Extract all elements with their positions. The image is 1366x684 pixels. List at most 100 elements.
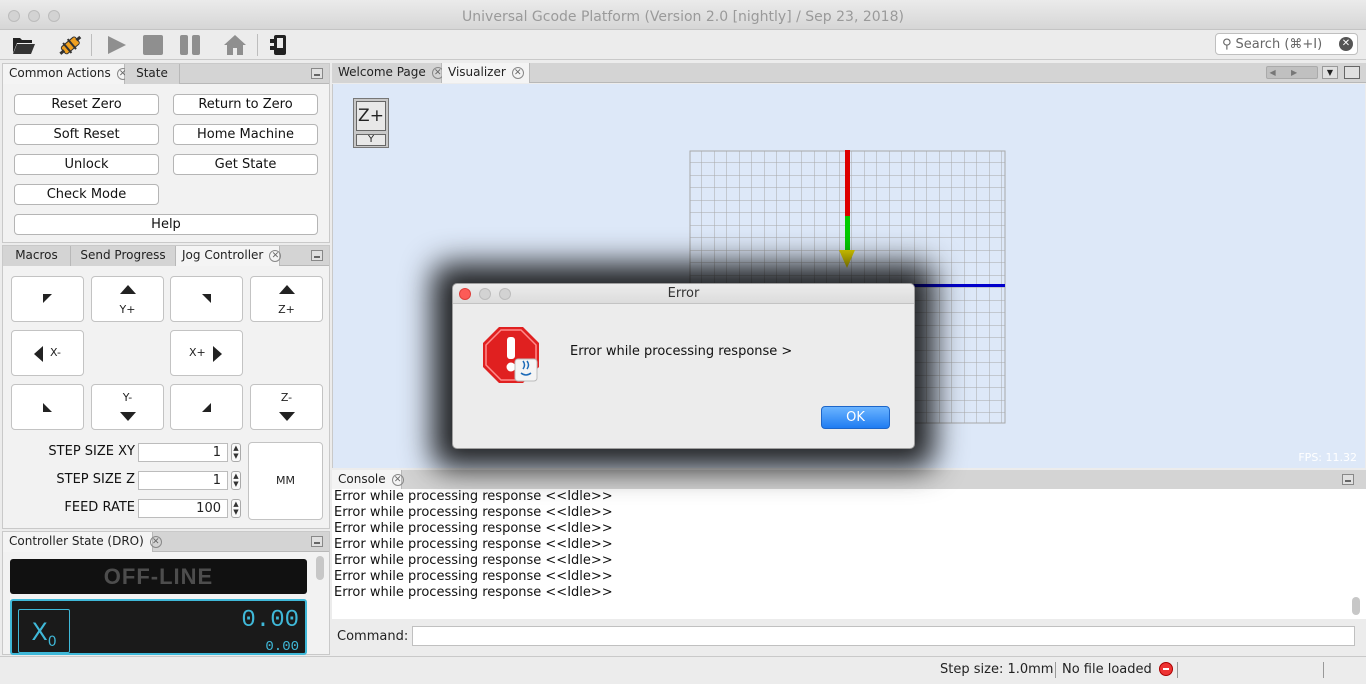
tab-send-progress[interactable]: Send Progress — [71, 246, 176, 266]
axis-reset-button[interactable]: X0 — [18, 609, 70, 653]
search-input[interactable]: ⚲ Search (⌘+I) ✕ — [1215, 33, 1358, 55]
jog-z-minus-button[interactable]: Z- — [250, 384, 323, 430]
maximize-panel-icon[interactable] — [1344, 66, 1360, 79]
error-dialog: Error Error while processing response > … — [452, 283, 915, 449]
view-cube[interactable]: Z+ Y — [353, 98, 389, 148]
dialog-title: Error — [667, 286, 700, 301]
pause-icon[interactable] — [177, 33, 203, 57]
jog-tabbar: Macros Send Progress Jog Controller ✕ — [3, 246, 329, 266]
return-to-zero-button[interactable]: Return to Zero — [173, 94, 318, 115]
tab-jog-controller[interactable]: Jog Controller ✕ — [176, 246, 282, 266]
close-tab-icon[interactable]: ✕ — [391, 473, 404, 486]
home-machine-button[interactable]: Home Machine — [173, 124, 318, 145]
common-actions-tabbar: Common Actions ✕ State — [3, 64, 329, 84]
arrow-down-icon — [120, 412, 136, 421]
common-actions-panel: Common Actions ✕ State Reset Zero Return … — [2, 63, 330, 243]
console-line: Error while processing response <<Idle>> — [334, 489, 613, 504]
console-tabbar: Console ✕ — [332, 470, 1366, 490]
stop-icon[interactable] — [140, 33, 166, 57]
dro-x-axis-row: X0 0.00 0.00 — [10, 599, 307, 655]
minimize-panel-icon[interactable] — [311, 250, 323, 261]
tab-scroll-buttons[interactable]: ◀ ▶ — [1266, 66, 1318, 79]
machine-icon[interactable] — [267, 33, 293, 57]
units-toggle-button[interactable]: MM — [248, 442, 323, 520]
dialog-close-button[interactable] — [459, 288, 471, 300]
home-icon[interactable] — [222, 33, 248, 57]
console-line: Error while processing response <<Idle>> — [334, 553, 613, 568]
window-title: Universal Gcode Platform (Version 2.0 [n… — [462, 9, 904, 25]
console-output[interactable]: Error while processing response <<Idle>>… — [332, 489, 1366, 619]
command-input[interactable] — [412, 626, 1355, 646]
window-titlebar: Universal Gcode Platform (Version 2.0 [n… — [0, 0, 1366, 30]
close-tab-icon[interactable]: ✕ — [149, 535, 162, 548]
dialog-message: Error while processing response > — [570, 344, 793, 359]
arrow-up-icon — [120, 285, 136, 294]
step-size-z-label: STEP SIZE Z — [56, 472, 135, 487]
arrow-up-left-icon — [43, 294, 52, 303]
work-position-value: 0.00 — [241, 607, 299, 634]
step-size-xy-stepper[interactable]: ▲ ▼ — [231, 443, 241, 462]
arrow-left-icon — [34, 346, 43, 362]
ok-button[interactable]: OK — [821, 406, 890, 429]
play-icon[interactable] — [103, 33, 129, 57]
step-size-status: Step size: 1.0mm — [940, 662, 1054, 677]
feed-rate-stepper[interactable]: ▲ ▼ — [231, 499, 241, 518]
jog-y-minus-button[interactable]: Y- — [91, 384, 164, 430]
console-line: Error while processing response <<Idle>> — [334, 585, 613, 600]
dialog-titlebar: Error — [453, 284, 914, 304]
dro-tabbar: Controller State (DRO) ✕ — [3, 532, 329, 552]
clear-search-icon[interactable]: ✕ — [1339, 37, 1353, 51]
close-tab-icon[interactable]: ✕ — [269, 249, 282, 262]
tab-welcome-page[interactable]: Welcome Page ✕ — [332, 63, 444, 83]
jog-z-plus-button[interactable]: Z+ — [250, 276, 323, 322]
minimize-panel-icon[interactable] — [1342, 474, 1354, 485]
soft-reset-button[interactable]: Soft Reset — [14, 124, 159, 145]
minimize-panel-icon[interactable] — [311, 68, 323, 79]
jog-x-minus-button[interactable]: X- — [11, 330, 84, 376]
search-placeholder: Search (⌘+I) — [1235, 36, 1323, 52]
tab-macros[interactable]: Macros — [3, 246, 71, 266]
help-button[interactable]: Help — [14, 214, 318, 235]
reset-zero-button[interactable]: Reset Zero — [14, 94, 159, 115]
unlock-button[interactable]: Unlock — [14, 154, 159, 175]
error-icon — [483, 327, 539, 383]
tab-visualizer[interactable]: Visualizer ✕ — [442, 63, 530, 83]
tab-controller-state[interactable]: Controller State (DRO) ✕ — [3, 532, 162, 552]
connect-icon[interactable] — [57, 33, 83, 57]
tab-console[interactable]: Console ✕ — [332, 470, 404, 490]
tab-state[interactable]: State — [125, 64, 180, 84]
status-bar: Step size: 1.0mm No file loaded — [0, 656, 1366, 684]
editor-tabbar: Welcome Page ✕ Visualizer ✕ ◀ ▶ ▼ — [332, 63, 1366, 83]
jog-controller-panel: Macros Send Progress Jog Controller ✕ Y+ … — [2, 245, 330, 529]
step-size-z-stepper[interactable]: ▲ ▼ — [231, 471, 241, 490]
file-status: No file loaded — [1062, 662, 1152, 677]
jog-x-plus-y-minus-button[interactable] — [170, 384, 243, 430]
dialog-zoom-button — [499, 288, 511, 300]
machine-position-value: 0.00 — [265, 639, 299, 655]
jog-x-plus-button[interactable]: X+ — [170, 330, 243, 376]
step-size-xy-field[interactable]: 1 — [138, 443, 228, 462]
jog-y-plus-button[interactable]: Y+ — [91, 276, 164, 322]
scrollbar-thumb[interactable] — [316, 556, 324, 580]
minimize-panel-icon[interactable] — [311, 536, 323, 547]
get-state-button[interactable]: Get State — [173, 154, 318, 175]
console-scrollbar-thumb[interactable] — [1352, 597, 1360, 615]
feed-rate-field[interactable]: 100 — [138, 499, 228, 518]
jog-x-plus-y-plus-button[interactable] — [170, 276, 243, 322]
tab-common-actions[interactable]: Common Actions ✕ — [3, 64, 129, 84]
check-mode-button[interactable]: Check Mode — [14, 184, 159, 205]
arrow-down-icon — [279, 412, 295, 421]
fps-counter: FPS: 11.32 — [1298, 451, 1357, 464]
view-cube-front-face[interactable]: Y — [356, 134, 386, 146]
search-icon: ⚲ — [1222, 36, 1232, 52]
step-size-z-field[interactable]: 1 — [138, 471, 228, 490]
folder-open-icon[interactable] — [11, 33, 37, 57]
jog-x-minus-y-plus-button[interactable] — [11, 276, 84, 322]
tab-list-dropdown-icon[interactable]: ▼ — [1322, 66, 1338, 79]
console-line: Error while processing response <<Idle>> — [334, 537, 613, 552]
step-size-xy-label: STEP SIZE XY — [48, 444, 135, 459]
main-toolbar: ⚲ Search (⌘+I) ✕ — [0, 30, 1366, 60]
jog-x-minus-y-minus-button[interactable] — [11, 384, 84, 430]
view-cube-top-face[interactable]: Z+ — [356, 101, 386, 131]
close-tab-icon[interactable]: ✕ — [511, 66, 524, 79]
